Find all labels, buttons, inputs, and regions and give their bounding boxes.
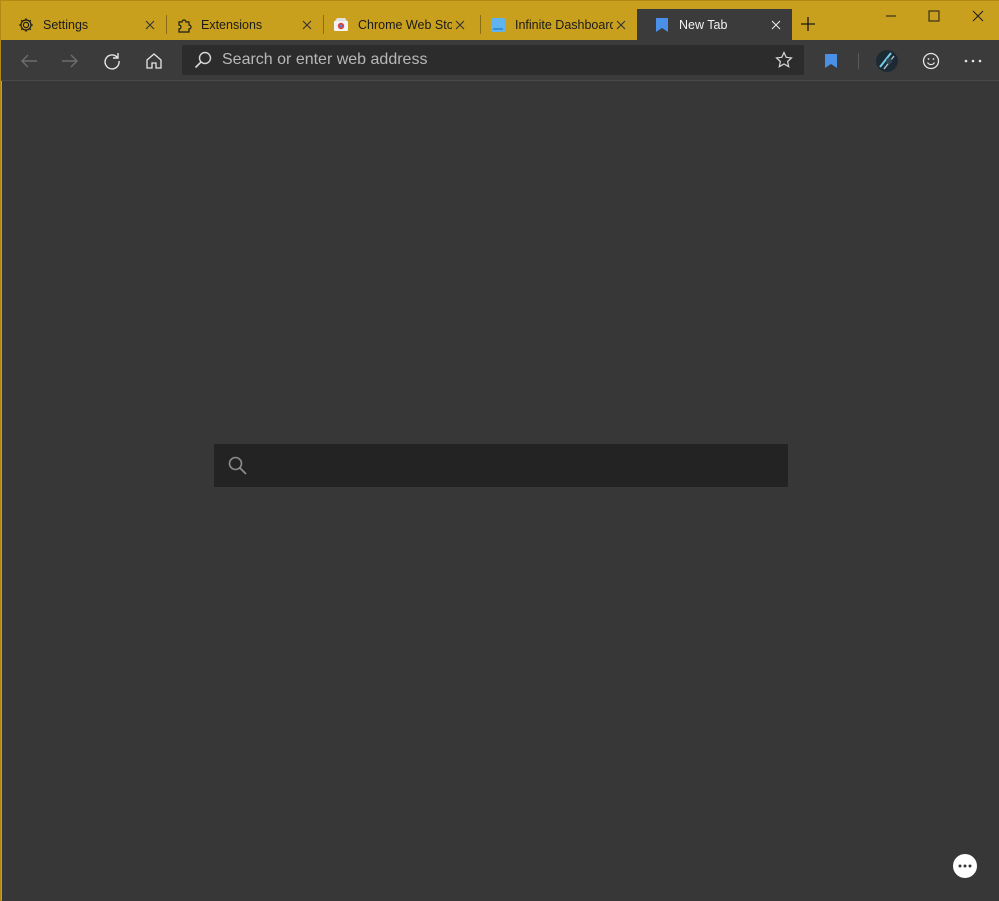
- forward-button[interactable]: [56, 47, 84, 75]
- tab-title: Extensions: [201, 17, 263, 32]
- close-tab-icon[interactable]: [299, 17, 315, 33]
- search-icon: [227, 456, 247, 476]
- new-tab-button[interactable]: [797, 13, 819, 35]
- more-dots-icon: [958, 864, 972, 868]
- refresh-icon: [104, 53, 120, 70]
- dashboard-icon: [490, 17, 506, 33]
- bookmark-extension-button[interactable]: [817, 47, 845, 75]
- maximize-icon: [928, 10, 940, 22]
- search-icon: [194, 51, 212, 69]
- page-search-box[interactable]: [214, 444, 788, 487]
- close-tab-icon[interactable]: [142, 17, 158, 33]
- tab-new-tab[interactable]: New Tab: [637, 9, 792, 40]
- tab-title: Infinite Dashboard: [515, 17, 613, 32]
- settings-more-button[interactable]: [959, 47, 987, 75]
- plus-icon: [801, 17, 815, 31]
- tab-chrome-web-store[interactable]: Chrome Web Store: [316, 9, 480, 40]
- feedback-smiley-button[interactable]: [917, 47, 945, 75]
- tab-strip: Settings Extensions Chrome Web Store: [1, 1, 999, 40]
- maximize-button[interactable]: [919, 5, 949, 27]
- tab-extensions[interactable]: Extensions: [159, 9, 323, 40]
- close-tab-icon[interactable]: [613, 17, 629, 33]
- avatar: [876, 50, 898, 72]
- tab-title: New Tab: [679, 17, 728, 32]
- puzzle-icon: [176, 17, 192, 33]
- bookmark-icon: [825, 54, 837, 68]
- home-icon: [146, 53, 162, 69]
- toolbar-divider: [858, 53, 859, 69]
- back-button[interactable]: [15, 47, 43, 75]
- chrome-web-store-icon: [333, 17, 349, 33]
- tab-title: Settings: [43, 17, 89, 32]
- tab-settings[interactable]: Settings: [1, 9, 166, 40]
- gear-icon: [18, 17, 34, 33]
- page-content: [2, 81, 999, 901]
- page-search-input[interactable]: [247, 444, 788, 487]
- more-dots-icon: [964, 59, 982, 63]
- navigation-toolbar: Search or enter web address: [1, 40, 999, 81]
- address-bar[interactable]: Search or enter web address: [182, 45, 804, 75]
- close-icon: [972, 10, 984, 22]
- smiley-icon: [922, 52, 940, 70]
- close-tab-icon[interactable]: [768, 17, 784, 33]
- minimize-icon: [886, 15, 896, 17]
- more-options-floating-button[interactable]: [953, 854, 977, 878]
- minimize-button[interactable]: [876, 5, 906, 27]
- refresh-button[interactable]: [98, 47, 126, 75]
- home-button[interactable]: [140, 47, 168, 75]
- close-tab-icon[interactable]: [452, 17, 468, 33]
- tab-title: Chrome Web Store: [358, 17, 452, 32]
- profile-button[interactable]: [873, 47, 901, 75]
- back-arrow-icon: [21, 54, 37, 68]
- close-window-button[interactable]: [963, 5, 993, 27]
- forward-arrow-icon: [62, 54, 78, 68]
- browser-window: Settings Extensions Chrome Web Store: [0, 0, 999, 901]
- favorite-star-icon[interactable]: [774, 50, 794, 70]
- address-placeholder[interactable]: Search or enter web address: [222, 51, 774, 69]
- bookmark-icon: [654, 17, 670, 33]
- tab-infinite-dashboard[interactable]: Infinite Dashboard: [473, 9, 637, 40]
